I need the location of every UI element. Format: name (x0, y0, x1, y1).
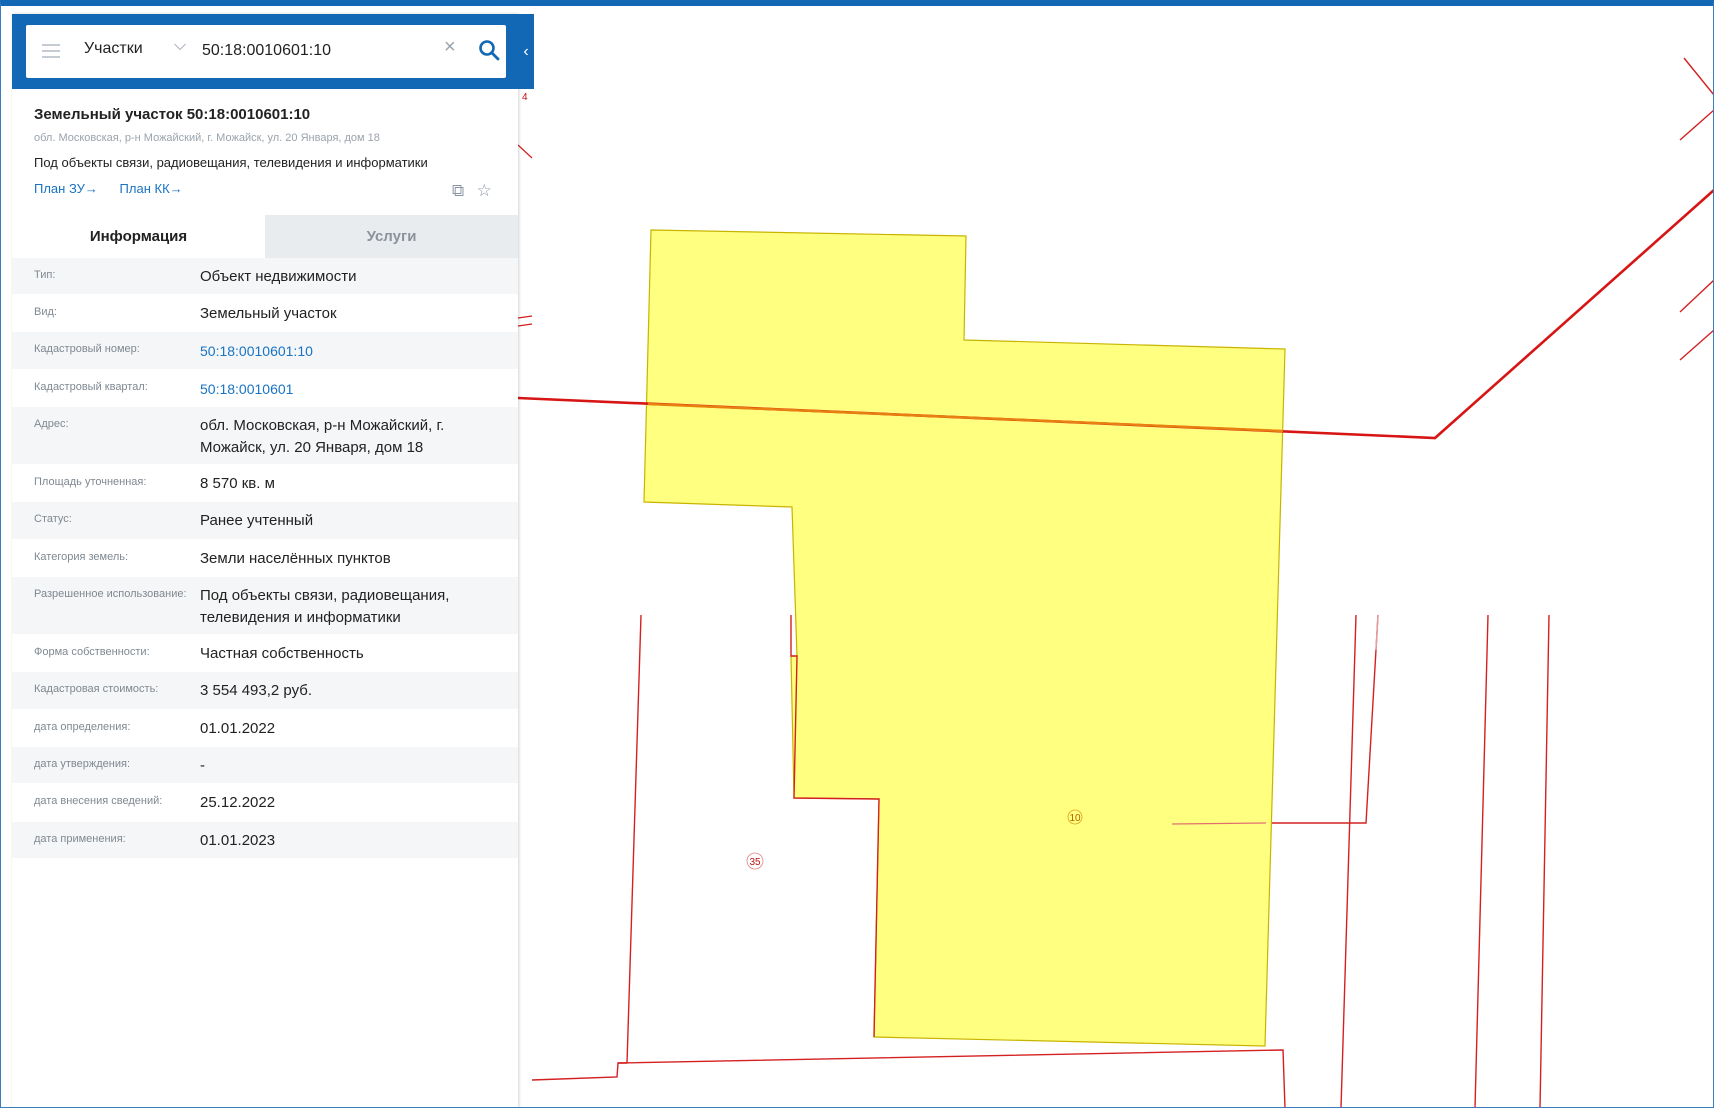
object-title: Земельный участок 50:18:0010601:10 (34, 106, 311, 123)
object-links: План ЗУ→ План КК→ (34, 181, 201, 196)
row-value: 25.12.2022 (200, 794, 276, 811)
zoom-to-object-icon[interactable]: ⧉ (452, 181, 464, 201)
chevron-down-icon[interactable]: ⌵ (174, 37, 186, 55)
info-row-ownership: Форма собственности: Частная собственнос… (12, 635, 518, 672)
tab-services[interactable]: Услуги (265, 215, 518, 258)
row-label: дата применения: (34, 833, 126, 845)
plan-zu-link[interactable]: План ЗУ→ (34, 181, 98, 196)
row-value: обл. Московская, р-н Можайский, г. Можай… (200, 417, 445, 456)
row-label: Статус: (34, 513, 72, 525)
info-row-date-applied: дата применения: 01.01.2023 (12, 822, 518, 859)
info-row-permitted-use: Разрешенное использование: Под объекты с… (12, 577, 518, 635)
info-row-type: Тип: Объект недвижимости (12, 258, 518, 295)
svg-text:35: 35 (749, 857, 761, 868)
info-row-date-entered: дата внесения сведений: 25.12.2022 (12, 784, 518, 822)
plan-kk-link[interactable]: План КК→ (120, 181, 183, 196)
arrow-right-icon: → (169, 181, 183, 196)
parcel-label-neighbor[interactable]: 35 (746, 852, 764, 870)
search-icon[interactable] (478, 39, 500, 61)
row-label: Разрешенное использование: (34, 588, 187, 600)
object-header: Земельный участок 50:18:0010601:10 обл. … (12, 89, 518, 215)
object-purpose: Под объекты связи, радиовещания, телевид… (34, 155, 428, 170)
arrow-right-icon: → (84, 181, 98, 196)
row-label: Тип: (34, 269, 56, 281)
info-row-date-determined: дата определения: 01.01.2022 (12, 710, 518, 747)
row-value: 8 570 кв. м (200, 475, 275, 492)
object-actions: ⧉ ☆ (444, 181, 492, 201)
info-row-cadastral-quarter: Кадастровый квартал: 50:18:0010601 (12, 370, 518, 407)
row-label: Адрес: (34, 418, 69, 430)
cadastral-number-link[interactable]: 50:18:0010601:10 (200, 332, 518, 362)
cadastral-quarter-link[interactable]: 50:18:0010601 (200, 370, 518, 400)
row-label: Площадь уточненная: (34, 476, 147, 488)
hamburger-menu-icon[interactable] (42, 44, 60, 58)
row-label: дата внесения сведений: (34, 795, 163, 807)
info-row-kind: Вид: Земельный участок (12, 295, 518, 332)
search-box: Участки ⌵ × (26, 25, 506, 78)
layer-select[interactable]: Участки (84, 40, 143, 58)
row-label: дата утверждения: (34, 758, 131, 770)
plan-kk-label: План КК (119, 181, 170, 196)
search-input[interactable] (202, 39, 432, 63)
info-row-area: Площадь уточненная: 8 570 кв. м (12, 465, 518, 502)
tab-information[interactable]: Информация (12, 215, 265, 258)
row-value: Земли населённых пунктов (200, 550, 391, 567)
row-label: Форма собственности: (34, 646, 150, 658)
row-label: дата определения: (34, 721, 131, 733)
info-row-land-category: Категория земель: Земли населённых пункт… (12, 540, 518, 577)
info-row-cadastral-value: Кадастровая стоимость: 3 554 493,2 руб. (12, 672, 518, 710)
star-icon[interactable]: ☆ (477, 181, 492, 201)
row-label: Категория земель: (34, 551, 129, 563)
row-value: 3 554 493,2 руб. (200, 682, 313, 699)
plan-zu-label: План ЗУ (34, 181, 85, 196)
row-label: Кадастровый номер: (34, 343, 140, 355)
selected-parcel-shape[interactable] (643, 229, 1286, 1047)
row-label: Вид: (34, 306, 57, 318)
row-value: 01.01.2022 (200, 720, 276, 737)
row-value: Земельный участок (200, 305, 337, 322)
info-row-date-approved: дата утверждения: - (12, 747, 518, 784)
row-label: Кадастровая стоимость: (34, 683, 159, 695)
info-row-status: Статус: Ранее учтенный (12, 502, 518, 540)
info-tabs: Информация Услуги (12, 215, 518, 258)
object-address: обл. Московская, р-н Можайский, г. Можай… (34, 132, 380, 144)
row-value: Объект недвижимости (200, 268, 357, 285)
row-value: 01.01.2023 (200, 832, 276, 849)
clear-icon[interactable]: × (444, 36, 456, 59)
row-value: Частная собственность (200, 645, 364, 662)
row-value: Ранее учтенный (200, 512, 314, 529)
info-table: Тип: Объект недвижимости Вид: Земельный … (12, 258, 518, 859)
info-row-cadastral-number: Кадастровый номер: 50:18:0010601:10 (12, 332, 518, 370)
info-row-address: Адрес: обл. Московская, р-н Можайский, г… (12, 407, 518, 465)
info-sidebar: Участки ⌵ × ‹ Земельный участок 50:18:00… (12, 14, 534, 1108)
parcel-label-edge: 4 (522, 92, 528, 103)
row-value: - (200, 757, 205, 774)
parcel-label-main[interactable]: 10 (1067, 809, 1083, 825)
collapse-panel-button[interactable]: ‹ (518, 14, 534, 89)
search-bar: Участки ⌵ × ‹ (12, 14, 534, 89)
row-label: Кадастровый квартал: (34, 381, 148, 393)
svg-text:10: 10 (1069, 813, 1081, 824)
row-value: Под объекты связи, радиовещания, телевид… (200, 587, 450, 626)
